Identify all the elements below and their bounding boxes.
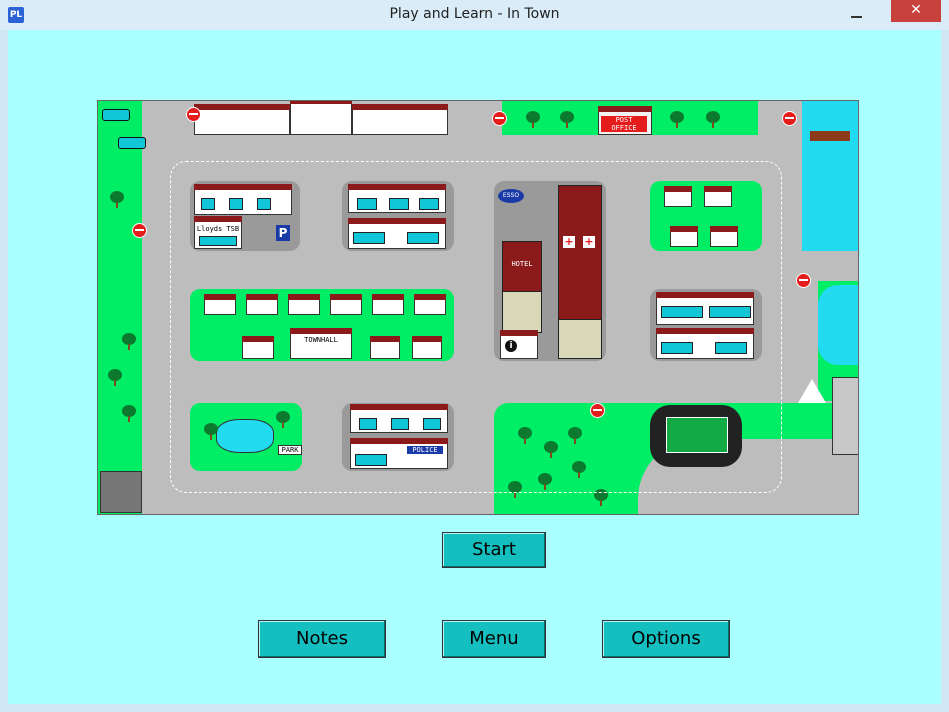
title-bar: PL Play and Learn - In Town ✕: [0, 0, 949, 30]
post-office-building: POST OFFICE: [598, 106, 652, 135]
minimize-button[interactable]: [850, 8, 864, 22]
castle-icon: [100, 471, 142, 513]
options-button[interactable]: Options: [602, 620, 730, 658]
shops-building: [194, 104, 290, 135]
caravan-icon: [102, 109, 130, 121]
post-office-label: POST OFFICE: [601, 116, 647, 132]
tree-icon: [526, 111, 540, 128]
river: [802, 101, 858, 251]
railway-station: [290, 101, 352, 135]
no-entry-sign-icon: [782, 111, 797, 126]
boat-icon: [810, 131, 850, 141]
tree-icon: [110, 191, 124, 208]
left-grass: [98, 101, 142, 514]
tree-icon: [122, 405, 136, 422]
tree-icon: [108, 369, 122, 386]
tree-icon: [706, 111, 720, 128]
no-entry-sign-icon: [796, 273, 811, 288]
no-entry-sign-icon: [492, 111, 507, 126]
caravan-icon: [118, 137, 146, 149]
window-title: Play and Learn - In Town: [389, 6, 560, 22]
river: [818, 285, 858, 365]
notes-button[interactable]: Notes: [258, 620, 386, 658]
client-area: POST OFFICE Lloyds TSB P ESSO HOTEL i + …: [8, 30, 941, 704]
start-button[interactable]: Start: [442, 532, 546, 568]
no-entry-sign-icon: [132, 223, 147, 238]
town-map[interactable]: POST OFFICE Lloyds TSB P ESSO HOTEL i + …: [97, 100, 859, 515]
tree-icon: [560, 111, 574, 128]
menu-button[interactable]: Menu: [442, 620, 546, 658]
flats-building: [832, 377, 858, 455]
school-crossing-sign-icon: [798, 379, 826, 403]
shops-building: [352, 104, 448, 135]
tree-icon: [122, 333, 136, 350]
close-button[interactable]: ✕: [891, 0, 941, 22]
no-entry-sign-icon: [186, 107, 201, 122]
tree-icon: [670, 111, 684, 128]
road-markings: [170, 161, 782, 493]
